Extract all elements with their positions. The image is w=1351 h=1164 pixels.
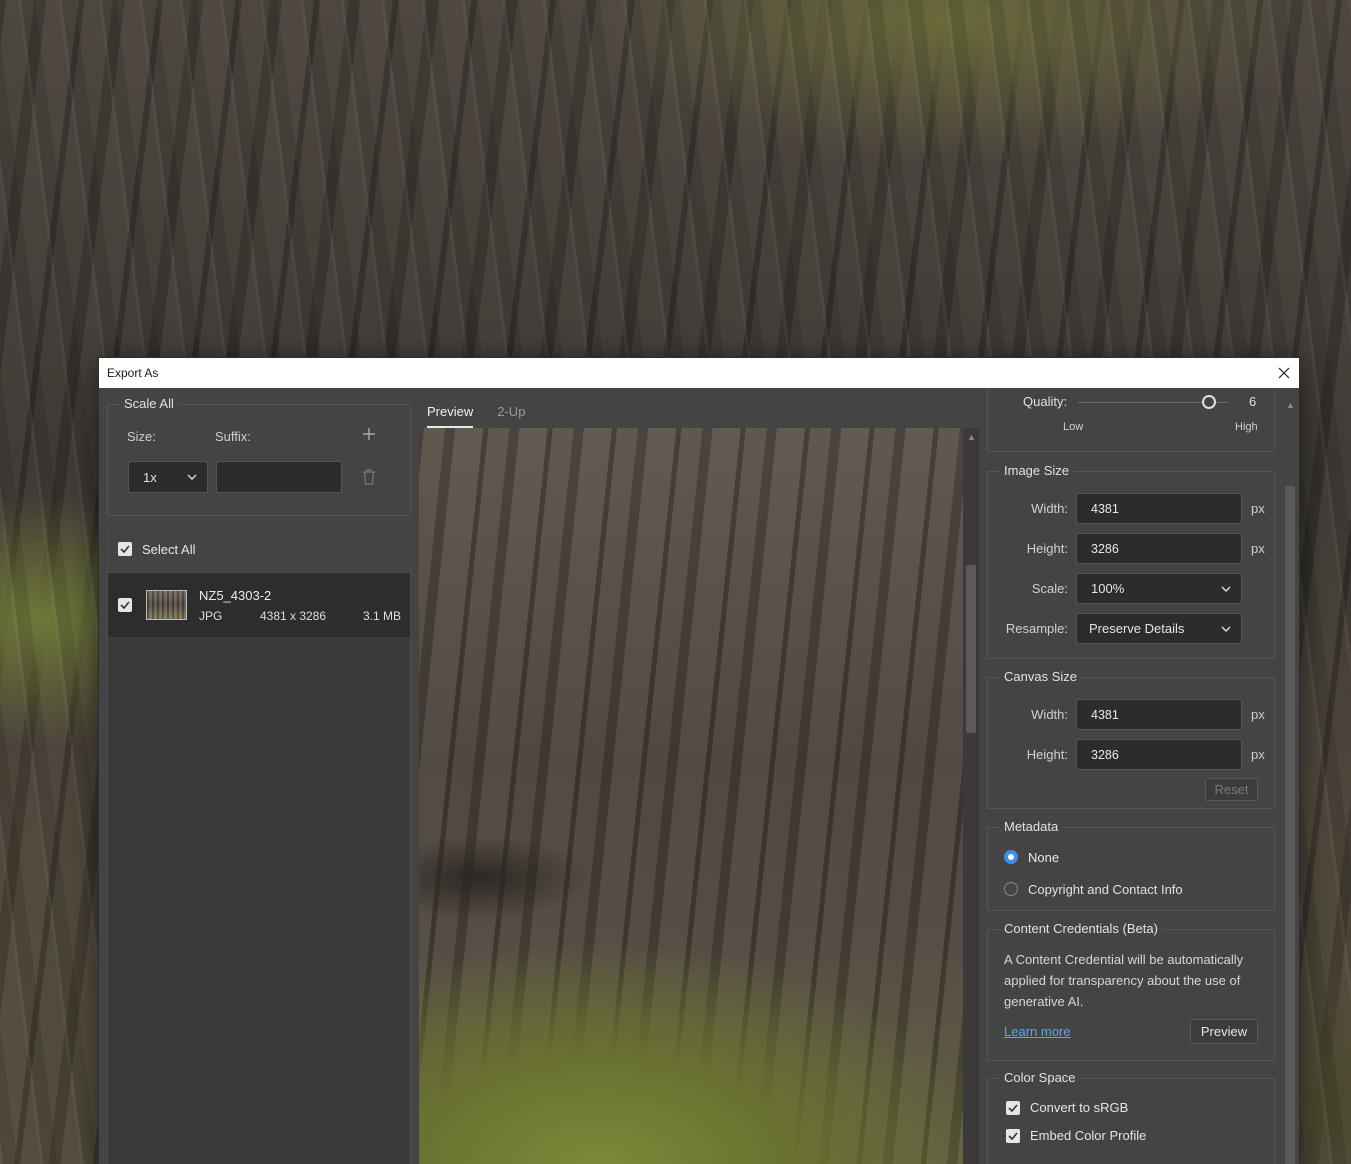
file-size: 3.1 MB [362, 609, 401, 623]
color-space-group: Color Space Convert to sRGB Embed Color … [987, 1070, 1275, 1164]
suffix-input[interactable] [216, 461, 342, 493]
metadata-copyright-radio[interactable] [1004, 882, 1018, 896]
image-height-input[interactable]: 3286 [1076, 533, 1242, 564]
content-credentials-line-3: generative AI. [1004, 994, 1084, 1009]
image-width-label: Width: [1031, 501, 1068, 516]
quality-label: Quality: [1023, 394, 1068, 409]
select-all-row[interactable]: Select All [108, 526, 410, 573]
canvas-size-group: Canvas Size Width: 4381 px Height: 3286 … [987, 669, 1275, 809]
canvas-width-value: 4381 [1091, 707, 1119, 722]
delete-scale-button[interactable] [360, 467, 378, 487]
settings-panel: Quality: 6 Low High Image Size Width: 43… [979, 388, 1299, 1164]
color-space-legend: Color Space [1000, 1070, 1080, 1085]
image-width-unit: px [1251, 501, 1265, 516]
quality-group: Quality: 6 Low High [987, 388, 1275, 452]
convert-srgb-label: Convert to sRGB [1030, 1100, 1129, 1115]
quality-slider-knob[interactable] [1202, 395, 1216, 409]
export-as-dialog: Export As Scale All Size: Suffix: 1x Sel… [99, 358, 1299, 1164]
checkmark-icon [120, 601, 130, 609]
content-credentials-line-2: applied for transparency about the use o… [1004, 973, 1241, 988]
image-height-value: 3286 [1091, 541, 1119, 556]
content-credentials-line-1: A Content Credential will be automatical… [1004, 952, 1244, 967]
preview-scroll-thumb[interactable] [966, 565, 976, 733]
metadata-group: Metadata None Copyright and Contact Info [987, 819, 1275, 911]
checkmark-icon [120, 545, 130, 553]
embed-profile-label: Embed Color Profile [1030, 1128, 1147, 1143]
scroll-up-icon[interactable]: ▲ [1286, 400, 1295, 410]
size-select-value: 1x [143, 469, 157, 485]
file-format: JPG [199, 609, 223, 623]
quality-value: 6 [1249, 394, 1257, 409]
credentials-preview-button[interactable]: Preview [1190, 1019, 1258, 1044]
scale-select-value: 100% [1091, 581, 1125, 596]
tab-preview[interactable]: Preview [427, 396, 474, 428]
settings-scrollbar[interactable]: ▲ [1283, 398, 1295, 1164]
chevron-down-icon [187, 474, 197, 480]
dialog-titlebar: Export As [99, 358, 1299, 388]
resample-select-value: Preserve Details [1089, 621, 1185, 636]
canvas-width-unit: px [1251, 707, 1265, 722]
canvas-size-legend: Canvas Size [1000, 669, 1081, 684]
close-icon [1278, 367, 1290, 379]
tab-2-up[interactable]: 2-Up [497, 396, 525, 428]
scale-all-legend: Scale All [120, 396, 178, 411]
image-size-group: Image Size Width: 4381 px Height: 3286 p… [987, 463, 1275, 659]
image-width-value: 4381 [1091, 501, 1119, 516]
size-label: Size: [127, 429, 156, 444]
trash-icon [363, 469, 375, 485]
resample-label: Resample: [1005, 621, 1068, 636]
learn-more-link[interactable]: Learn more [1004, 1024, 1070, 1039]
image-height-unit: px [1251, 541, 1265, 556]
content-credentials-group: Content Credentials (Beta) A Content Cre… [987, 921, 1275, 1061]
select-all-label: Select All [142, 541, 196, 557]
canvas-height-label: Height: [1026, 747, 1068, 762]
dialog-title: Export As [107, 366, 159, 380]
scale-label: Scale: [1031, 581, 1068, 596]
size-select[interactable]: 1x [128, 461, 208, 493]
convert-srgb-checkbox[interactable] [1006, 1101, 1020, 1115]
scale-all-group: Scale All Size: Suffix: 1x [107, 396, 411, 516]
close-button[interactable] [1269, 358, 1299, 388]
preview-tabs: Preview 2-Up [427, 396, 549, 428]
metadata-none-radio[interactable] [1004, 850, 1018, 864]
quality-high-label: High [1235, 421, 1258, 433]
file-info: NZ5_4303-2 JPG 4381 x 3286 3.1 MB [199, 573, 410, 637]
chevron-down-icon [1221, 626, 1231, 632]
suffix-label: Suffix: [215, 429, 251, 444]
quality-low-label: Low [1063, 421, 1084, 433]
canvas-height-unit: px [1251, 747, 1265, 762]
canvas-height-input[interactable]: 3286 [1076, 739, 1242, 770]
plus-icon [363, 428, 375, 440]
checkmark-icon [1008, 1132, 1018, 1140]
file-row[interactable]: NZ5_4303-2 JPG 4381 x 3286 3.1 MB [108, 573, 410, 637]
scale-select[interactable]: 100% [1076, 573, 1242, 604]
canvas-width-label: Width: [1031, 707, 1068, 722]
file-dimensions: 4381 x 3286 [260, 609, 327, 623]
settings-scroll-thumb[interactable] [1285, 486, 1295, 1164]
content-credentials-legend: Content Credentials (Beta) [1000, 921, 1162, 936]
resample-select[interactable]: Preserve Details [1076, 613, 1242, 644]
image-width-input[interactable]: 4381 [1076, 493, 1242, 524]
metadata-none-label: None [1028, 850, 1060, 865]
file-list: Select All NZ5_4303-2 JPG 4381 x 3286 3.… [107, 525, 411, 1164]
preview-scrollbar[interactable]: ▲ [963, 428, 979, 1164]
add-scale-button[interactable] [360, 425, 378, 443]
file-name: NZ5_4303-2 [199, 588, 272, 603]
select-all-checkbox[interactable] [118, 542, 132, 556]
image-size-legend: Image Size [1000, 463, 1074, 478]
embed-profile-checkbox[interactable] [1006, 1129, 1020, 1143]
metadata-copyright-label: Copyright and Contact Info [1028, 882, 1183, 897]
metadata-legend: Metadata [1000, 819, 1063, 834]
file-thumbnail [146, 590, 187, 620]
checkmark-icon [1008, 1104, 1018, 1112]
canvas-height-value: 3286 [1091, 747, 1119, 762]
preview-image[interactable] [419, 428, 963, 1164]
scroll-up-icon[interactable]: ▲ [967, 432, 976, 442]
file-checkbox[interactable] [118, 598, 132, 612]
left-panel: Scale All Size: Suffix: 1x [107, 396, 411, 516]
canvas-width-input[interactable]: 4381 [1076, 699, 1242, 730]
reset-button[interactable]: Reset [1205, 778, 1258, 801]
image-height-label: Height: [1026, 541, 1068, 556]
chevron-down-icon [1221, 586, 1231, 592]
